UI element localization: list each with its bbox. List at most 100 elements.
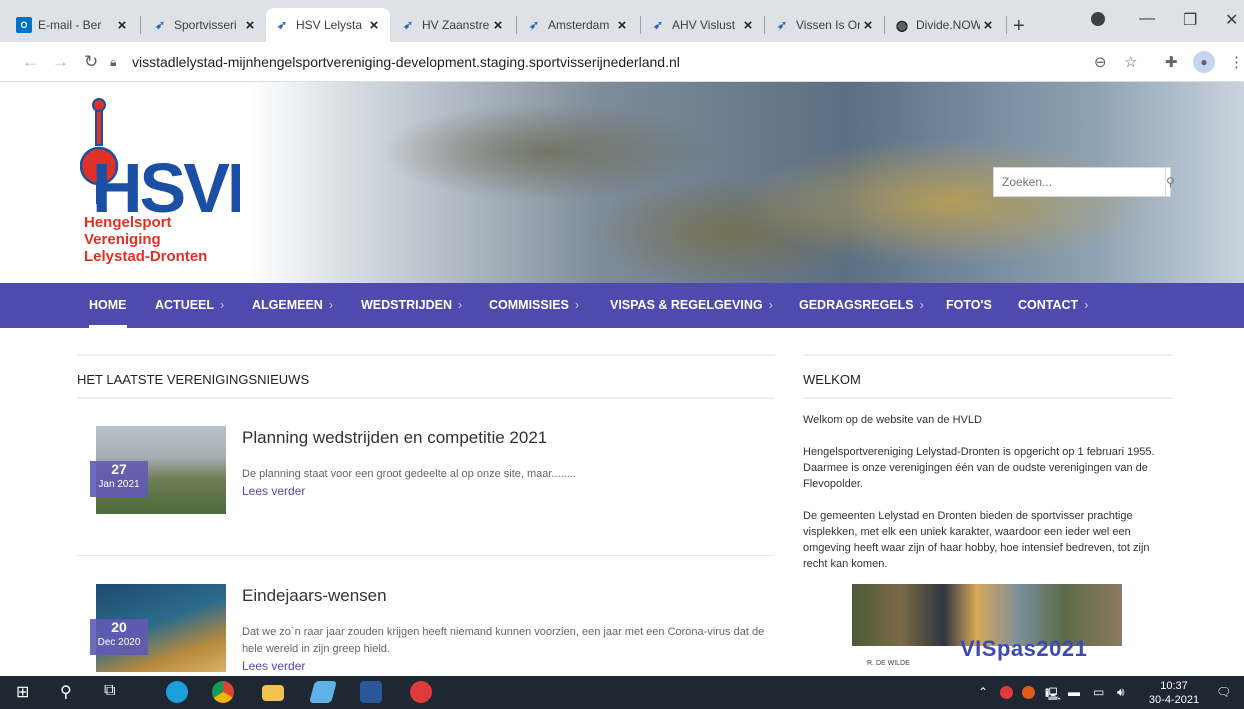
- tab-separator: [764, 16, 765, 34]
- vispas-subtext: R. DE WILDE: [867, 660, 910, 667]
- tray-expand-icon[interactable]: ⌃: [978, 685, 988, 699]
- tab-email[interactable]: O E-mail - Ber ×: [8, 8, 138, 42]
- close-icon[interactable]: ×: [242, 17, 258, 34]
- tab-title: E-mail - Ber: [38, 18, 102, 32]
- tab-ahv-vislust[interactable]: ➶ AHV Vislust ×: [642, 8, 764, 42]
- read-more-link[interactable]: Lees verder: [242, 484, 305, 498]
- news-title[interactable]: Eindejaars-wensen: [242, 586, 387, 606]
- notes-app-icon[interactable]: [309, 681, 337, 703]
- tray-app-icon[interactable]: [1000, 686, 1013, 699]
- system-clock[interactable]: 10:37 30-4-2021: [1146, 679, 1202, 707]
- clock-time: 10:37: [1160, 680, 1188, 692]
- date-badge: 27 Jan 2021: [90, 461, 148, 497]
- nav-wedstrijden[interactable]: WEDSTRIJDEN ›: [361, 283, 462, 328]
- network-icon[interactable]: 🖳︎: [1045, 685, 1061, 706]
- tab-divide-now[interactable]: ◍ Divide.NOW ×: [886, 8, 1004, 42]
- clock-date: 30-4-2021: [1148, 694, 1200, 706]
- url-text: visstadlelystad-mijnhengelsportverenigin…: [132, 54, 680, 70]
- chrome-menu-dot-icon[interactable]: [1091, 12, 1105, 26]
- windows-start-icon[interactable]: ⊞: [16, 682, 29, 702]
- date-month: Jan 2021: [98, 479, 140, 490]
- welkom-heading: WELKOM: [803, 372, 861, 387]
- nav-actueel[interactable]: ACTUEEL ›: [155, 283, 224, 328]
- close-window-icon[interactable]: ✕: [1225, 10, 1238, 30]
- nav-commissies[interactable]: COMMISSIES ›: [489, 283, 579, 328]
- extensions-icon[interactable]: ✚: [1165, 53, 1178, 71]
- main-navigation: HOME ACTUEEL › ALGEMEEN › WEDSTRIJDEN › COM…: [0, 283, 1244, 328]
- tab-vissen-is-online[interactable]: ➶ Vissen Is Or ×: [766, 8, 884, 42]
- chevron-right-icon: ›: [768, 298, 773, 312]
- battery-icon[interactable]: ▬: [1068, 685, 1080, 699]
- tray-app-icon[interactable]: [1022, 686, 1035, 699]
- news-excerpt: Dat we zo`n raar jaar zouden krijgen hee…: [242, 626, 765, 655]
- chat-app-icon[interactable]: [410, 681, 432, 703]
- close-icon[interactable]: ×: [366, 17, 382, 34]
- search-icon[interactable]: ⚲: [60, 682, 72, 702]
- tab-separator: [640, 16, 641, 34]
- tab-title: Amsterdam: [548, 18, 610, 32]
- tab-title: Vissen Is Or: [796, 18, 860, 32]
- display-icon[interactable]: ▭: [1093, 685, 1104, 699]
- chevron-right-icon: ›: [328, 298, 334, 312]
- outlook-icon: O: [16, 17, 32, 33]
- welkom-paragraph: De gemeenten Lelystad en Dronten bieden …: [803, 510, 1150, 570]
- close-icon[interactable]: ×: [614, 17, 630, 34]
- read-more-link[interactable]: Lees verder: [242, 659, 305, 673]
- site-search: ⚲: [993, 167, 1175, 197]
- bookmark-star-icon[interactable]: ☆: [1124, 53, 1137, 71]
- chrome-icon[interactable]: [212, 681, 234, 703]
- tab-hsv-lelystad[interactable]: ➶ HSV Lelysta ×: [266, 8, 390, 42]
- chevron-right-icon: ›: [457, 298, 463, 312]
- file-explorer-icon[interactable]: [262, 685, 284, 701]
- nav-contact[interactable]: CONTACT ›: [1018, 283, 1088, 328]
- restore-icon[interactable]: ❐: [1183, 10, 1197, 30]
- lock-icon: 🔒︎: [110, 54, 117, 69]
- globe-icon: ◍: [895, 16, 909, 33]
- news-title[interactable]: Planning wedstrijden en competitie 2021: [242, 428, 547, 448]
- word-icon[interactable]: [360, 681, 382, 703]
- nav-algemeen[interactable]: ALGEMEEN ›: [252, 283, 333, 328]
- logo-line: Vereniging: [84, 231, 161, 248]
- close-icon[interactable]: ×: [860, 17, 876, 34]
- reload-icon[interactable]: ↻: [84, 52, 98, 72]
- tab-sportvisserij[interactable]: ➶ Sportvisseri ×: [144, 8, 266, 42]
- tab-title: HV Zaanstre: [422, 18, 490, 32]
- date-day: 20: [111, 619, 127, 635]
- divider: [803, 397, 1173, 399]
- fish-icon: ➶: [652, 18, 664, 32]
- url-field[interactable]: 🔒︎ visstadlelystad-mijnhengelsportvereni…: [110, 49, 1110, 75]
- tab-separator: [884, 16, 885, 34]
- logo-line: Hengelsport: [84, 214, 172, 231]
- tab-amsterdam[interactable]: ➶ Amsterdam ×: [518, 8, 638, 42]
- news-heading: HET LAATSTE VERENIGINGSNIEUWS: [77, 372, 310, 387]
- close-icon[interactable]: ×: [740, 17, 756, 34]
- tab-hv-zaanstreek[interactable]: ➶ HV Zaanstre ×: [392, 8, 514, 42]
- tab-separator: [516, 16, 517, 34]
- vispas-2021-banner[interactable]: VISpas2021 R. DE WILDE: [852, 584, 1122, 676]
- divider: [77, 555, 775, 556]
- task-view-icon[interactable]: ⧉: [104, 682, 115, 700]
- search-icon[interactable]: ⚲: [1165, 168, 1175, 196]
- close-icon[interactable]: ×: [490, 17, 506, 34]
- back-icon[interactable]: ←: [22, 52, 39, 72]
- close-icon[interactable]: ×: [114, 17, 130, 34]
- zoom-icon[interactable]: ⊖: [1094, 53, 1107, 71]
- close-icon[interactable]: ×: [980, 17, 996, 34]
- nav-vispas-regelgeving[interactable]: VISPAS & REGELGEVING ›: [610, 283, 773, 328]
- profile-avatar[interactable]: ●: [1193, 51, 1215, 73]
- forward-icon[interactable]: →: [52, 52, 69, 72]
- new-tab-icon[interactable]: +: [1013, 15, 1025, 38]
- nav-fotos[interactable]: FOTO'S: [946, 283, 992, 328]
- edge-icon[interactable]: [166, 681, 188, 703]
- menu-kebab-icon[interactable]: ⋮: [1229, 53, 1244, 71]
- tab-title: AHV Vislust: [672, 18, 736, 32]
- nav-gedragsregels[interactable]: GEDRAGSREGELS ›: [799, 283, 924, 328]
- minimize-icon[interactable]: —: [1139, 10, 1155, 28]
- date-month: Dec 2020: [97, 637, 141, 648]
- volume-icon[interactable]: 🔊︎: [1117, 685, 1125, 700]
- tab-separator: [140, 16, 141, 34]
- search-input[interactable]: [994, 168, 1165, 196]
- notifications-icon[interactable]: 🗨︎: [1216, 685, 1231, 699]
- nav-home[interactable]: HOME: [89, 283, 127, 328]
- browser-tab-strip: O E-mail - Ber × ➶ Sportvisseri × ➶ HSV …: [0, 0, 1244, 42]
